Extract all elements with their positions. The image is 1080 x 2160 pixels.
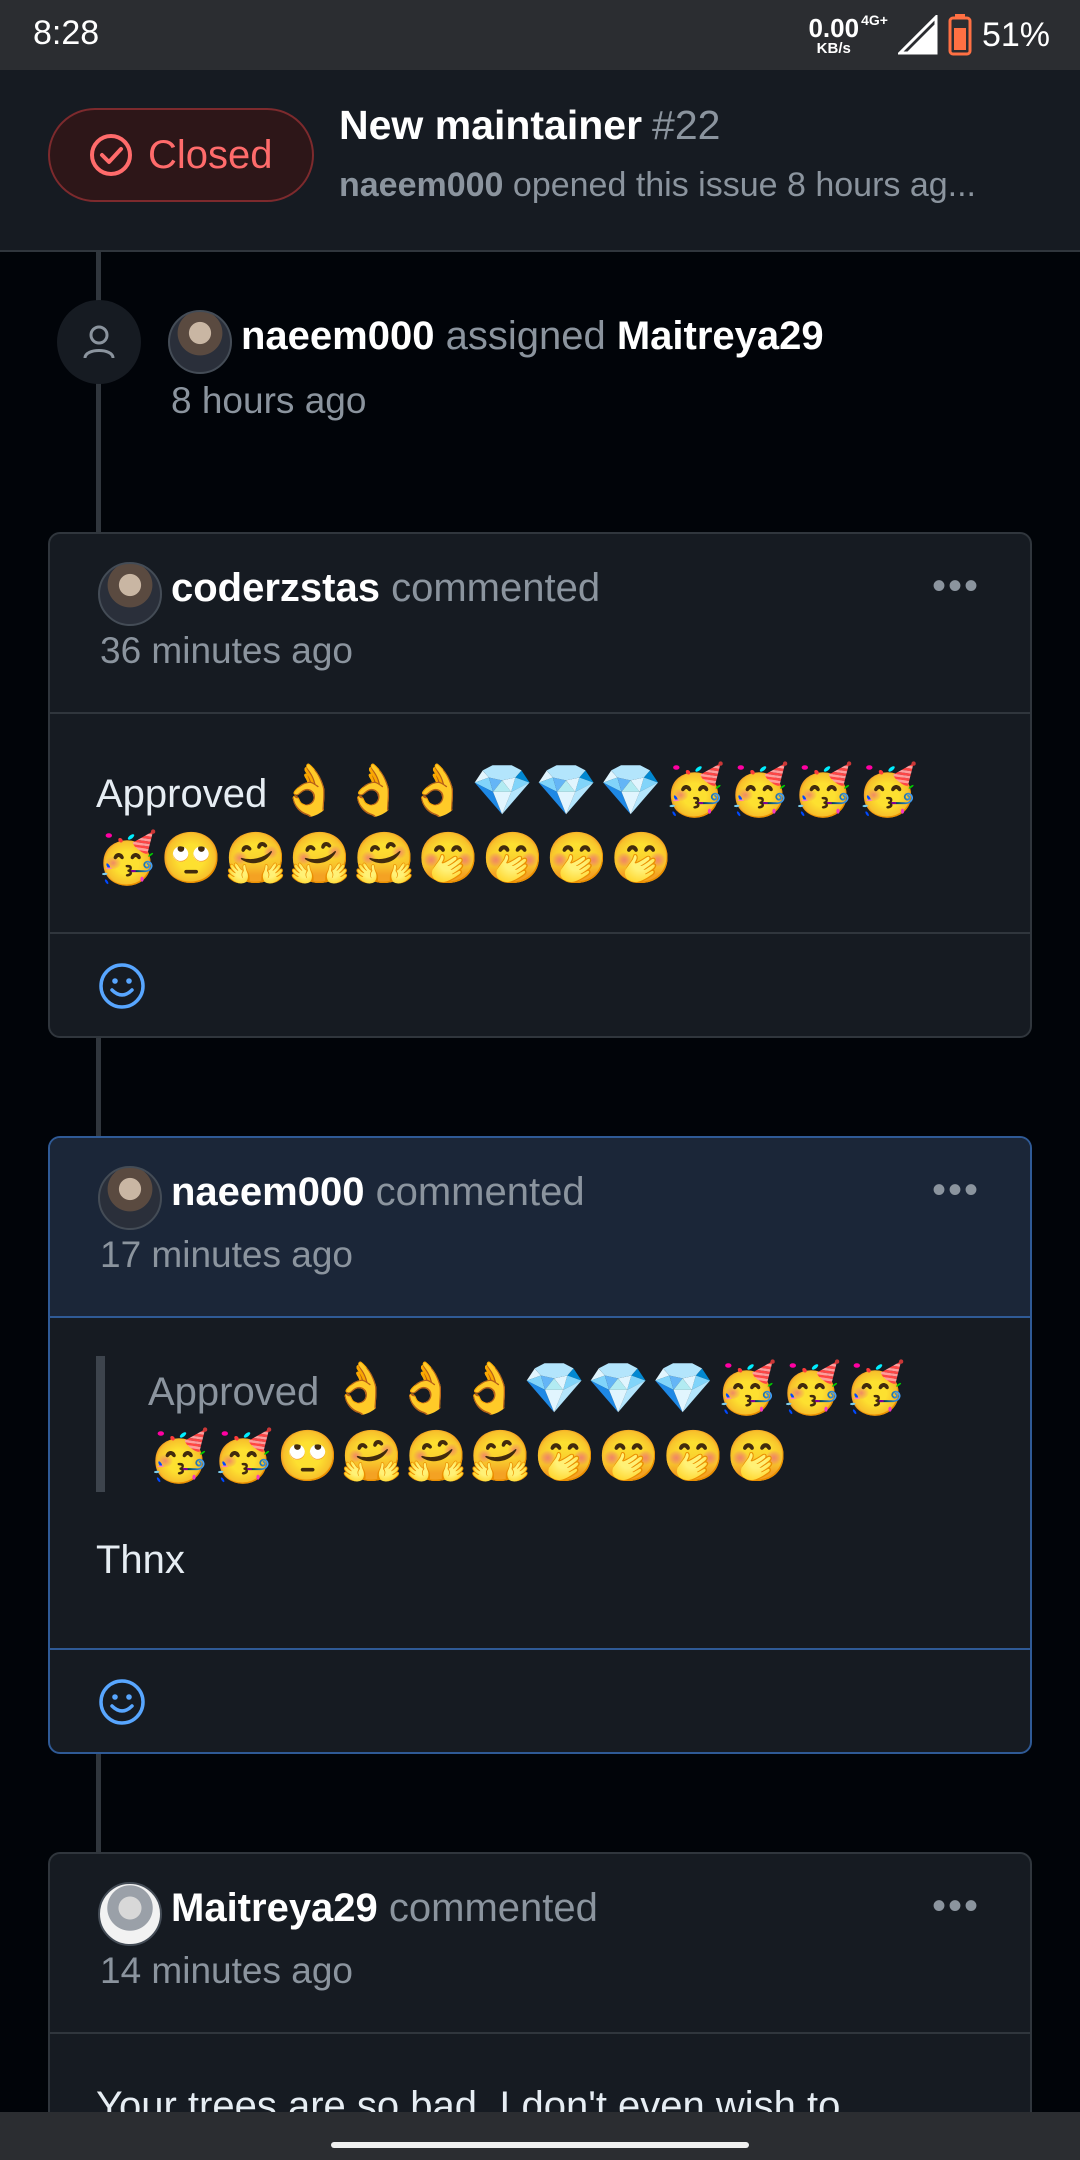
issue-opened-info: naeem000 opened this issue 8 hours ag...: [339, 166, 1009, 205]
assign-event: naeem000 assigned Maitreya29 8 hours ago: [0, 300, 1080, 430]
battery-icon: [948, 14, 972, 56]
net-speed-value: 0.00: [808, 12, 860, 43]
net-speed: 0.00 KB/s: [808, 15, 859, 56]
comment-header: Maitreya29 commented 14 minutes ago •••: [50, 1854, 1030, 2034]
issue-number: #22: [652, 102, 721, 148]
comment-text: Approved: [96, 772, 268, 816]
timeline-line: [96, 1036, 101, 1140]
comment-body: Approved 👌👌👌💎💎💎🥳🥳🥳 🥳🥳🙄🤗🤗🤗🤭🤭🤭🤭 Thnx: [50, 1318, 1030, 1592]
comment-author-line: naeem000 commented: [171, 1170, 585, 1215]
comment-card: coderzstas commented 36 minutes ago ••• …: [48, 532, 1032, 1038]
person-icon: [57, 300, 141, 384]
comment-emojis: 🥳🙄🤗🤗🤗🤭🤭🤭🤭: [96, 830, 675, 886]
closed-check-icon: [90, 134, 132, 176]
avatar[interactable]: [98, 1166, 162, 1230]
timeline-line: [96, 1752, 101, 1854]
add-reaction-icon[interactable]: [98, 1678, 146, 1726]
comment-author[interactable]: naeem000: [171, 1170, 364, 1214]
issue-title-text: New maintainer: [339, 102, 643, 148]
status-icons: 0.00 KB/s 4G+ 51%: [808, 12, 1050, 58]
comment-body: Approved 👌👌👌💎💎💎🥳🥳🥳🥳 🥳🙄🤗🤗🤗🤭🤭🤭🤭: [50, 714, 1030, 894]
navigation-bar: [0, 2112, 1080, 2160]
battery-percent: 51%: [981, 15, 1050, 54]
issue-state-badge: Closed: [48, 108, 314, 202]
net-speed-unit: KB/s: [816, 39, 851, 57]
avatar[interactable]: [98, 1882, 162, 1946]
issue-title: New maintainer #22: [339, 102, 720, 149]
comment-time: 17 minutes ago: [100, 1234, 354, 1275]
more-options-icon[interactable]: •••: [932, 564, 980, 609]
more-options-icon[interactable]: •••: [932, 1884, 980, 1929]
issue-state-label: Closed: [148, 132, 273, 177]
status-bar: 8:28 0.00 KB/s 4G+ 51%: [0, 0, 1080, 70]
event-time: 8 hours ago: [171, 380, 367, 421]
quote-text: Approved: [148, 1370, 320, 1414]
more-options-icon[interactable]: •••: [932, 1168, 980, 1213]
issue-header: Closed New maintainer #22 naeem000 opened…: [0, 70, 1080, 252]
quote-block: Approved 👌👌👌💎💎💎🥳🥳🥳 🥳🥳🙄🤗🤗🤗🤭🤭🤭🤭: [96, 1356, 982, 1492]
comment-author-line: Maitreya29 commented: [171, 1886, 598, 1931]
event-action: assigned: [445, 314, 606, 358]
comment-verb: commented: [375, 1170, 585, 1214]
comment-footer: [50, 1648, 1030, 1752]
comment-header: naeem000 commented 17 minutes ago •••: [50, 1138, 1030, 1318]
comment-header: coderzstas commented 36 minutes ago •••: [50, 534, 1030, 714]
event-actor[interactable]: naeem000: [241, 314, 434, 358]
quote-emojis: 👌👌👌💎💎💎🥳🥳🥳: [330, 1360, 909, 1416]
add-reaction-icon[interactable]: [98, 962, 146, 1010]
network-type: 4G+: [861, 12, 888, 28]
comment-emojis: 👌👌👌💎💎💎🥳🥳🥳🥳: [278, 762, 921, 818]
comment-time: 36 minutes ago: [100, 630, 354, 671]
signal-icon: [897, 15, 938, 55]
avatar[interactable]: [168, 310, 232, 374]
home-gesture-handle[interactable]: [331, 2142, 749, 2148]
avatar[interactable]: [98, 562, 162, 626]
issue-opener[interactable]: naeem000: [339, 166, 503, 204]
status-time: 8:28: [33, 14, 100, 52]
comment-footer: [50, 932, 1030, 1036]
comment-text: Thnx: [96, 1538, 185, 1582]
comment-author-line: coderzstas commented: [171, 566, 600, 611]
comment-author[interactable]: coderzstas: [171, 566, 380, 610]
comment-author[interactable]: Maitreya29: [171, 1886, 378, 1930]
event-description: naeem000 assigned Maitreya29: [241, 314, 824, 359]
comment-time: 14 minutes ago: [100, 1950, 354, 1991]
comment-verb: commented: [391, 566, 601, 610]
quote-emojis: 🥳🥳🙄🤗🤗🤗🤭🤭🤭🤭: [148, 1428, 791, 1484]
comment-verb: commented: [388, 1886, 598, 1930]
comment-card: naeem000 commented 17 minutes ago ••• Ap…: [48, 1136, 1032, 1754]
event-target[interactable]: Maitreya29: [617, 314, 824, 358]
issue-opened-text: opened this issue 8 hours ag...: [512, 166, 977, 204]
